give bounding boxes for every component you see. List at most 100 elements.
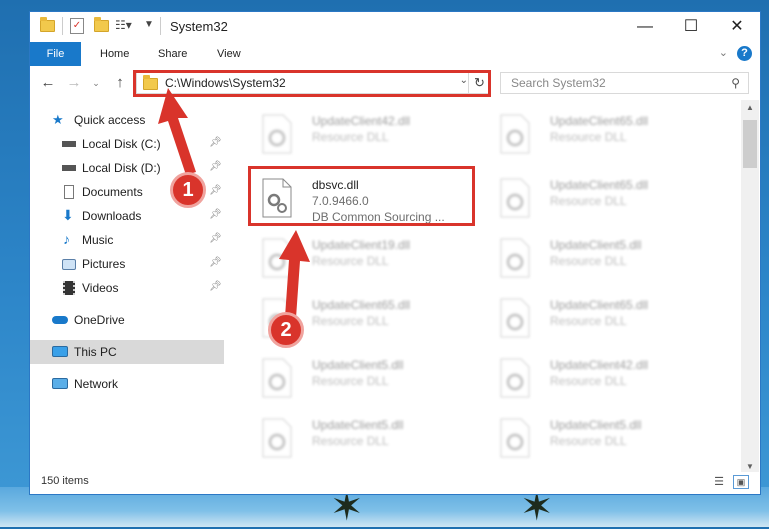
sidebar-item-network[interactable]: Network [30,372,224,396]
forward-button[interactable]: → [64,73,84,93]
sidebar-item-downloads[interactable]: ⬇ Downloads 📌︎ [30,204,224,228]
sidebar-item-label: Local Disk (C:) [82,137,161,151]
file-name: UpdateClient5.dll [550,238,642,252]
callout-badge-2: 2 [268,312,304,348]
video-icon [63,281,75,295]
dll-file-icon [499,238,531,278]
file-description: Resource DLL [312,254,389,268]
file-tile[interactable]: UpdateClient5.dll Resource DLL [253,412,478,463]
sidebar-item-onedrive[interactable]: OneDrive [30,308,224,332]
address-highlight-box [133,70,491,97]
dll-file-icon [261,358,293,398]
tab-home[interactable]: Home [100,42,129,66]
sidebar-item-label: Quick access [74,113,146,127]
pin-icon[interactable]: 📌︎ [209,161,222,172]
maximize-button[interactable]: ☐ [668,12,714,42]
file-description: Resource DLL [312,314,389,328]
tab-file[interactable]: File [30,42,81,66]
pin-icon[interactable]: 📌︎ [209,257,222,268]
divider [62,17,63,35]
file-name: UpdateClient42.dll [312,114,411,128]
sidebar-item-label: Local Disk (D:) [82,161,161,175]
scroll-up-icon[interactable]: ▲ [741,100,759,116]
file-tile[interactable]: UpdateClient42.dll Resource DLL [491,352,716,408]
file-tile[interactable]: UpdateClient65.dll Resource DLL [491,172,716,228]
file-description: Resource DLL [550,434,627,448]
item-count: 150 items [41,475,89,487]
dll-file-icon [499,178,531,218]
file-tile[interactable]: UpdateClient5.dll Resource DLL [491,232,716,288]
sidebar-item-label: Documents [82,185,143,199]
file-name: UpdateClient5.dll [550,418,642,432]
callout-badge-1: 1 [170,172,206,208]
file-tile[interactable]: UpdateClient42.dll Resource DLL [253,108,478,164]
pin-icon[interactable]: 📌︎ [209,185,222,196]
title-bar: ✓ ☷▾ ▼ System32 — ☐ ✕ [30,12,760,42]
file-name: UpdateClient65.dll [550,178,649,192]
file-tile[interactable]: UpdateClient65.dll Resource DLL [491,292,716,348]
dll-file-icon [261,114,293,154]
sidebar-item-label: Videos [82,281,119,295]
file-name: UpdateClient42.dll [550,358,649,372]
file-description: Resource DLL [312,130,389,144]
file-description: Resource DLL [312,374,389,388]
ribbon-expand-icon[interactable]: ⌄ [719,46,728,59]
sidebar-item-videos[interactable]: Videos 📌︎ [30,276,224,300]
file-tile[interactable]: UpdateClient5.dll Resource DLL [253,352,478,408]
file-list: UpdateClient42.dll Resource DLL UpdateCl… [238,100,741,463]
file-highlight-box [248,166,475,226]
file-tile[interactable]: UpdateClient5.dll Resource DLL [491,412,716,463]
properties-icon[interactable]: ✓ [70,18,84,34]
cloud-icon [52,316,68,324]
pin-icon[interactable]: 📌︎ [209,281,222,292]
back-button[interactable]: ← [38,73,58,93]
tab-share[interactable]: Share [158,42,187,66]
sidebar-item-music[interactable]: ♪ Music 📌︎ [30,228,224,252]
up-button[interactable]: ↑ [110,73,130,93]
download-icon: ⬇ [62,207,74,223]
file-description: Resource DLL [550,374,627,388]
recent-locations-icon[interactable]: ⌄ [86,73,106,93]
sidebar-item-label: OneDrive [74,313,125,327]
dll-file-icon [261,238,293,278]
close-button[interactable]: ✕ [714,12,760,42]
sidebar-item-local-disk-c[interactable]: Local Disk (C:) 📌︎ [30,132,224,156]
drive-icon [62,141,76,147]
sidebar-item-label: Network [74,377,119,391]
file-description: Resource DLL [550,254,627,268]
pin-icon[interactable]: 📌︎ [209,209,222,220]
large-icons-view-icon[interactable]: ▣ [733,475,749,489]
dll-file-icon [499,114,531,154]
computer-icon [52,346,68,357]
question-icon[interactable]: ? [737,46,752,61]
customize-toolbar-icon[interactable]: ☷▾ [115,18,132,36]
file-name: UpdateClient65.dll [312,298,411,312]
new-folder-icon[interactable] [94,17,109,38]
search-input[interactable]: Search System32 ⚲ [500,72,749,94]
file-description: Resource DLL [550,314,627,328]
scrollbar-thumb[interactable] [743,120,757,168]
sidebar-item-label: This PC [74,345,117,359]
dll-file-icon [261,418,293,458]
file-name: UpdateClient5.dll [312,418,404,432]
file-name: UpdateClient5.dll [312,358,404,372]
file-description: Resource DLL [312,434,389,448]
file-tile[interactable]: UpdateClient65.dll Resource DLL [491,108,716,164]
pin-icon[interactable]: 📌︎ [209,137,222,148]
vertical-scrollbar[interactable]: ▲ ▼ [741,100,759,475]
sidebar-item-this-pc[interactable]: This PC [30,340,224,364]
sidebar-item-pictures[interactable]: Pictures 📌︎ [30,252,224,276]
minimize-button[interactable]: — [622,12,668,42]
search-icon[interactable]: ⚲ [731,76,740,90]
pin-icon[interactable]: 📌︎ [209,233,222,244]
details-view-icon[interactable]: ☰ [711,475,727,489]
file-explorer-window: ✓ ☷▾ ▼ System32 — ☐ ✕ File Home Share Vi… [29,11,761,495]
sidebar-item-quick-access[interactable]: ★ Quick access [30,108,224,132]
file-name: UpdateClient19.dll [312,238,411,252]
window-title: System32 [170,19,228,34]
file-name: UpdateClient65.dll [550,298,649,312]
ribbon-tabs: File Home Share View ⌄ ? [30,42,760,67]
quick-access-dropdown-icon[interactable]: ▼ [144,19,154,37]
tab-view[interactable]: View [217,42,241,66]
file-tile[interactable]: UpdateClient19.dll Resource DLL [253,232,478,288]
